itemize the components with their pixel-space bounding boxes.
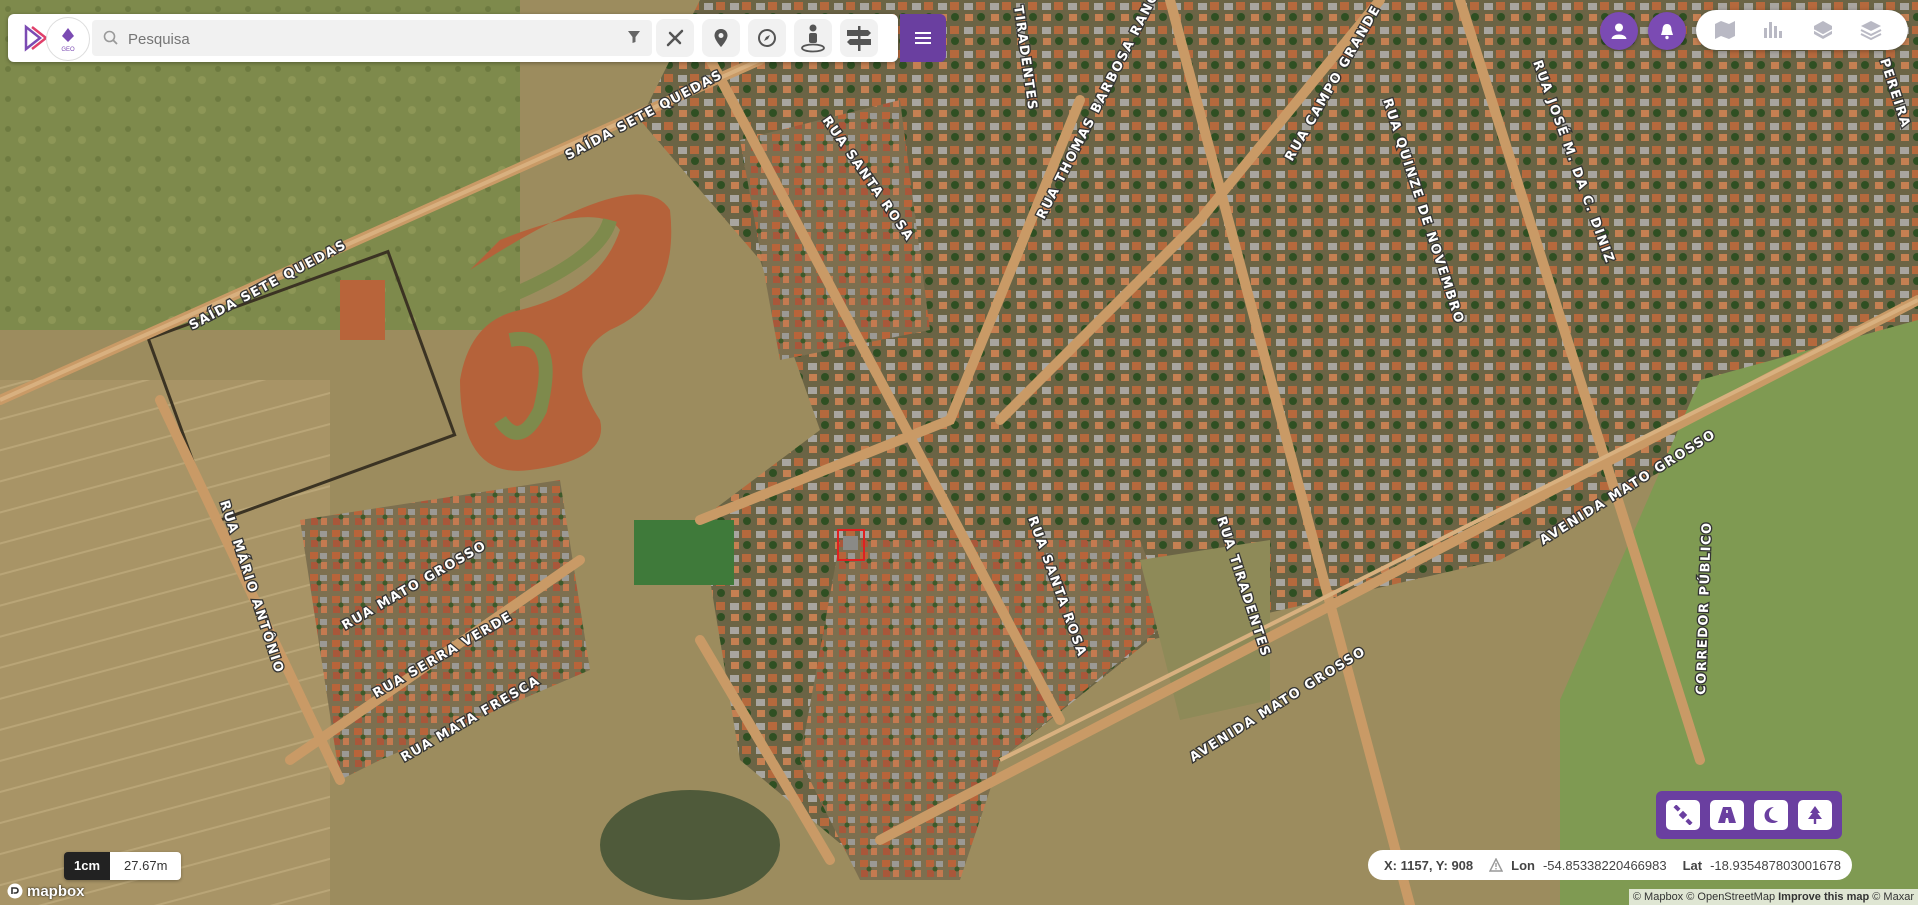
attribution-text[interactable]: © Mapbox © OpenStreetMap — [1633, 891, 1775, 903]
tree-icon — [1808, 806, 1822, 824]
layer-switcher — [1696, 10, 1908, 50]
basemap-button[interactable] — [1710, 16, 1740, 44]
map-attribution: © Mapbox © OpenStreetMap Improve this ma… — [1628, 889, 1918, 905]
map-pin-icon — [714, 29, 728, 47]
signpost-icon — [847, 26, 871, 51]
signpost-tool-button[interactable] — [840, 19, 878, 57]
user-button[interactable] — [1600, 12, 1638, 50]
layers-button[interactable] — [1856, 16, 1886, 44]
notifications-button[interactable] — [1648, 12, 1686, 50]
compass-icon — [758, 29, 776, 47]
warning-icon — [1489, 858, 1504, 872]
user-icon — [1611, 23, 1627, 39]
pixel-xy: X: 1157, Y: 908 — [1384, 857, 1474, 873]
stats-button[interactable] — [1758, 16, 1788, 44]
scale-value: 27.67m — [110, 852, 182, 880]
streetview-tool-button[interactable] — [794, 19, 832, 57]
ruler-pencil-icon — [666, 29, 684, 47]
lat-label: Lat — [1682, 857, 1703, 873]
map-icon — [1715, 21, 1735, 39]
org-logo[interactable]: GEO — [46, 17, 90, 61]
mapbox-logo[interactable]: mapbox — [6, 882, 85, 900]
stack-icon — [1813, 21, 1833, 39]
org-logo-icon: GEO — [61, 28, 75, 53]
measure-tool-button[interactable] — [656, 19, 694, 57]
search-box — [92, 20, 652, 56]
lon-value: -54.85338220466983 — [1542, 857, 1667, 873]
bar-chart-icon — [1764, 22, 1782, 38]
mapbox-icon — [7, 883, 23, 899]
lat-value: -18.935487803001678 — [1710, 857, 1841, 873]
search-icon — [103, 30, 118, 45]
search-input[interactable] — [126, 26, 610, 52]
coordinate-readout: X: 1157, Y: 908 Lon -54.85338220466983 L… — [1368, 850, 1852, 880]
road-icon — [1718, 807, 1736, 823]
road-style-button[interactable] — [1710, 800, 1744, 830]
satellite-style-button[interactable] — [1666, 800, 1700, 830]
bell-icon — [1661, 24, 1673, 40]
scale-unit: 1cm — [64, 852, 111, 880]
svg-text:GEO: GEO — [61, 47, 75, 53]
overlay-button[interactable] — [1808, 16, 1838, 44]
person-pin-icon — [801, 24, 825, 53]
scale-indicator: 1cm 27.67m — [64, 852, 182, 880]
dark-mode-button[interactable] — [1754, 800, 1788, 830]
vegetation-style-button[interactable] — [1798, 800, 1832, 830]
main-menu-button[interactable] — [900, 14, 946, 62]
mapbox-wordmark: mapbox — [27, 882, 85, 900]
moon-icon — [1764, 807, 1778, 823]
filter-icon[interactable] — [626, 29, 642, 45]
satellite-icon — [1673, 805, 1693, 825]
map-style-toolbar — [1656, 791, 1842, 839]
top-toolbar: GEO — [8, 14, 946, 62]
maxar-attribution[interactable]: © Maxar — [1872, 891, 1914, 903]
layers-icon — [1860, 21, 1882, 41]
lon-label: Lon — [1511, 857, 1535, 873]
hamburger-menu-icon — [915, 32, 931, 44]
marker-tool-button[interactable] — [702, 19, 740, 57]
compass-tool-button[interactable] — [748, 19, 786, 57]
improve-map-link[interactable]: Improve this map — [1778, 891, 1869, 903]
map-canvas[interactable]: SAÍDA SETE QUEDAS SAÍDA SETE QUEDAS RUA … — [0, 0, 1918, 905]
